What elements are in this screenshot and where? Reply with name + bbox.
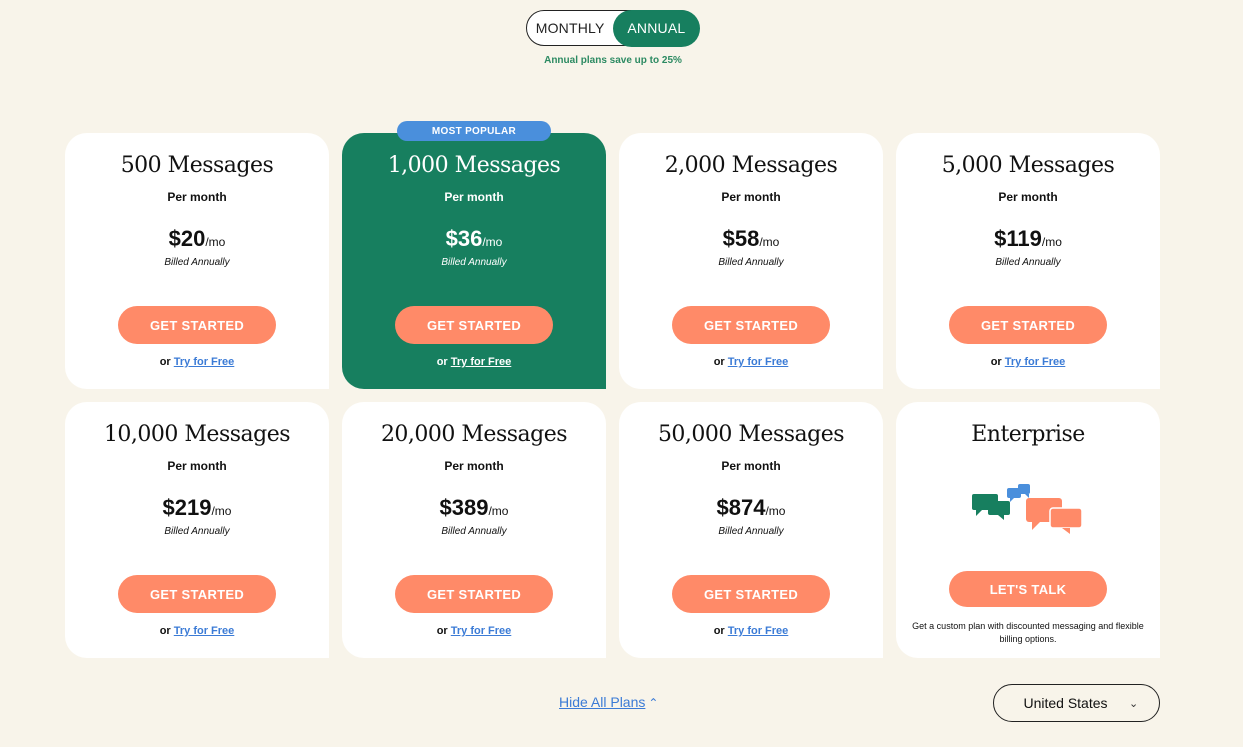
annual-option[interactable]: ANNUAL [613,9,700,47]
plan-name: 1,000 Messages [387,153,561,178]
price-unit: /mo [211,504,232,518]
plan-price: $389/mo [342,495,606,521]
plan-price: $36/mo [342,226,606,252]
get-started-button[interactable]: GET STARTED [949,306,1107,344]
lets-talk-button[interactable]: LET'S TALK [949,571,1107,607]
try-free-line: or Try for Free [342,356,606,368]
plan-period: Per month [167,190,227,204]
or-text: or [713,356,725,368]
try-free-line: or Try for Free [65,356,329,368]
price-unit: /mo [765,504,786,518]
plan-card-50000: 50,000 Messages Per month $874/mo Billed… [619,402,883,658]
plan-period: Per month [444,190,504,204]
price-amount: $119 [994,226,1042,251]
plan-card-1000: MOST POPULAR 1,000 Messages Per month $3… [342,121,606,389]
plan-card-enterprise: Enterprise LET'S TALK Get a custom plan … [896,402,1160,658]
plan-name: 5,000 Messages [941,153,1115,178]
or-text: or [713,625,725,637]
plan-price: $20/mo [65,226,329,252]
plan-card-500: 500 Messages Per month $20/mo Billed Ann… [65,133,329,389]
enterprise-description: Get a custom plan with discounted messag… [912,621,1144,644]
try-free-line: or Try for Free [65,625,329,637]
plan-name: 50,000 Messages [657,422,845,447]
price-amount: $874 [716,495,766,520]
plan-name: 20,000 Messages [380,422,568,447]
plan-period: Per month [998,190,1058,204]
most-popular-badge: MOST POPULAR [397,121,551,141]
billing-note: Billed Annually [164,257,230,268]
plan-card-5000: 5,000 Messages Per month $119/mo Billed … [896,133,1160,389]
get-started-button[interactable]: GET STARTED [672,575,830,613]
plans-grid: 500 Messages Per month $20/mo Billed Ann… [65,121,1160,658]
billing-toggle[interactable]: MONTHLY ANNUAL [526,9,700,47]
price-unit: /mo [482,235,503,249]
try-free-line: or Try for Free [619,356,883,368]
billing-note: Billed Annually [995,257,1061,268]
or-text: or [159,356,171,368]
try-for-free-link[interactable]: Try for Free [1005,356,1066,368]
chevron-up-icon: ⌃ [648,696,659,710]
try-for-free-link[interactable]: Try for Free [174,356,235,368]
chevron-down-icon: ⌄ [1129,697,1139,710]
country-value: United States [1023,695,1108,711]
try-for-free-link[interactable]: Try for Free [728,625,789,637]
plan-card-20000: 20,000 Messages Per month $389/mo Billed… [342,402,606,658]
plan-period: Per month [721,459,781,473]
plan-name: 2,000 Messages [664,153,838,178]
or-text: or [990,356,1002,368]
price-amount: $36 [445,226,483,251]
plan-period: Per month [444,459,504,473]
billing-note: Billed Annually [441,526,507,537]
billing-note: Billed Annually [718,526,784,537]
price-amount: $219 [162,495,212,520]
plan-price: $219/mo [65,495,329,521]
try-for-free-link[interactable]: Try for Free [451,356,512,368]
plan-period: Per month [167,459,227,473]
or-text: or [159,625,171,637]
plan-period: Per month [721,190,781,204]
price-amount: $389 [439,495,489,520]
try-for-free-link[interactable]: Try for Free [174,625,235,637]
hide-all-plans-link[interactable]: Hide All Plans ⌃ [559,694,658,710]
or-text: or [436,356,448,368]
price-unit: /mo [205,235,226,249]
hide-plans-label: Hide All Plans [559,694,646,710]
plan-card-2000: 2,000 Messages Per month $58/mo Billed A… [619,133,883,389]
price-unit: /mo [1041,235,1062,249]
plan-price: $119/mo [896,226,1160,252]
annual-savings-note: Annual plans save up to 25% [544,55,682,66]
get-started-button[interactable]: GET STARTED [395,575,553,613]
plan-price: $874/mo [619,495,883,521]
price-amount: $58 [722,226,760,251]
get-started-button[interactable]: GET STARTED [118,306,276,344]
or-text: or [436,625,448,637]
billing-note: Billed Annually [164,526,230,537]
plan-name: 500 Messages [120,153,274,178]
try-free-line: or Try for Free [619,625,883,637]
plan-card-10000: 10,000 Messages Per month $219/mo Billed… [65,402,329,658]
try-free-line: or Try for Free [896,356,1160,368]
try-for-free-link[interactable]: Try for Free [728,356,789,368]
country-select[interactable]: United States ⌄ [993,684,1160,722]
try-free-line: or Try for Free [342,625,606,637]
plan-price: $58/mo [619,226,883,252]
price-unit: /mo [759,235,780,249]
get-started-button[interactable]: GET STARTED [672,306,830,344]
chat-bubbles-icon [970,484,1086,539]
plan-name: 10,000 Messages [103,422,291,447]
get-started-button[interactable]: GET STARTED [395,306,553,344]
price-amount: $20 [168,226,206,251]
get-started-button[interactable]: GET STARTED [118,575,276,613]
try-for-free-link[interactable]: Try for Free [451,625,512,637]
billing-note: Billed Annually [441,257,507,268]
plan-name: Enterprise [971,422,1085,447]
billing-note: Billed Annually [718,257,784,268]
monthly-option[interactable]: MONTHLY [527,11,613,45]
price-unit: /mo [488,504,509,518]
